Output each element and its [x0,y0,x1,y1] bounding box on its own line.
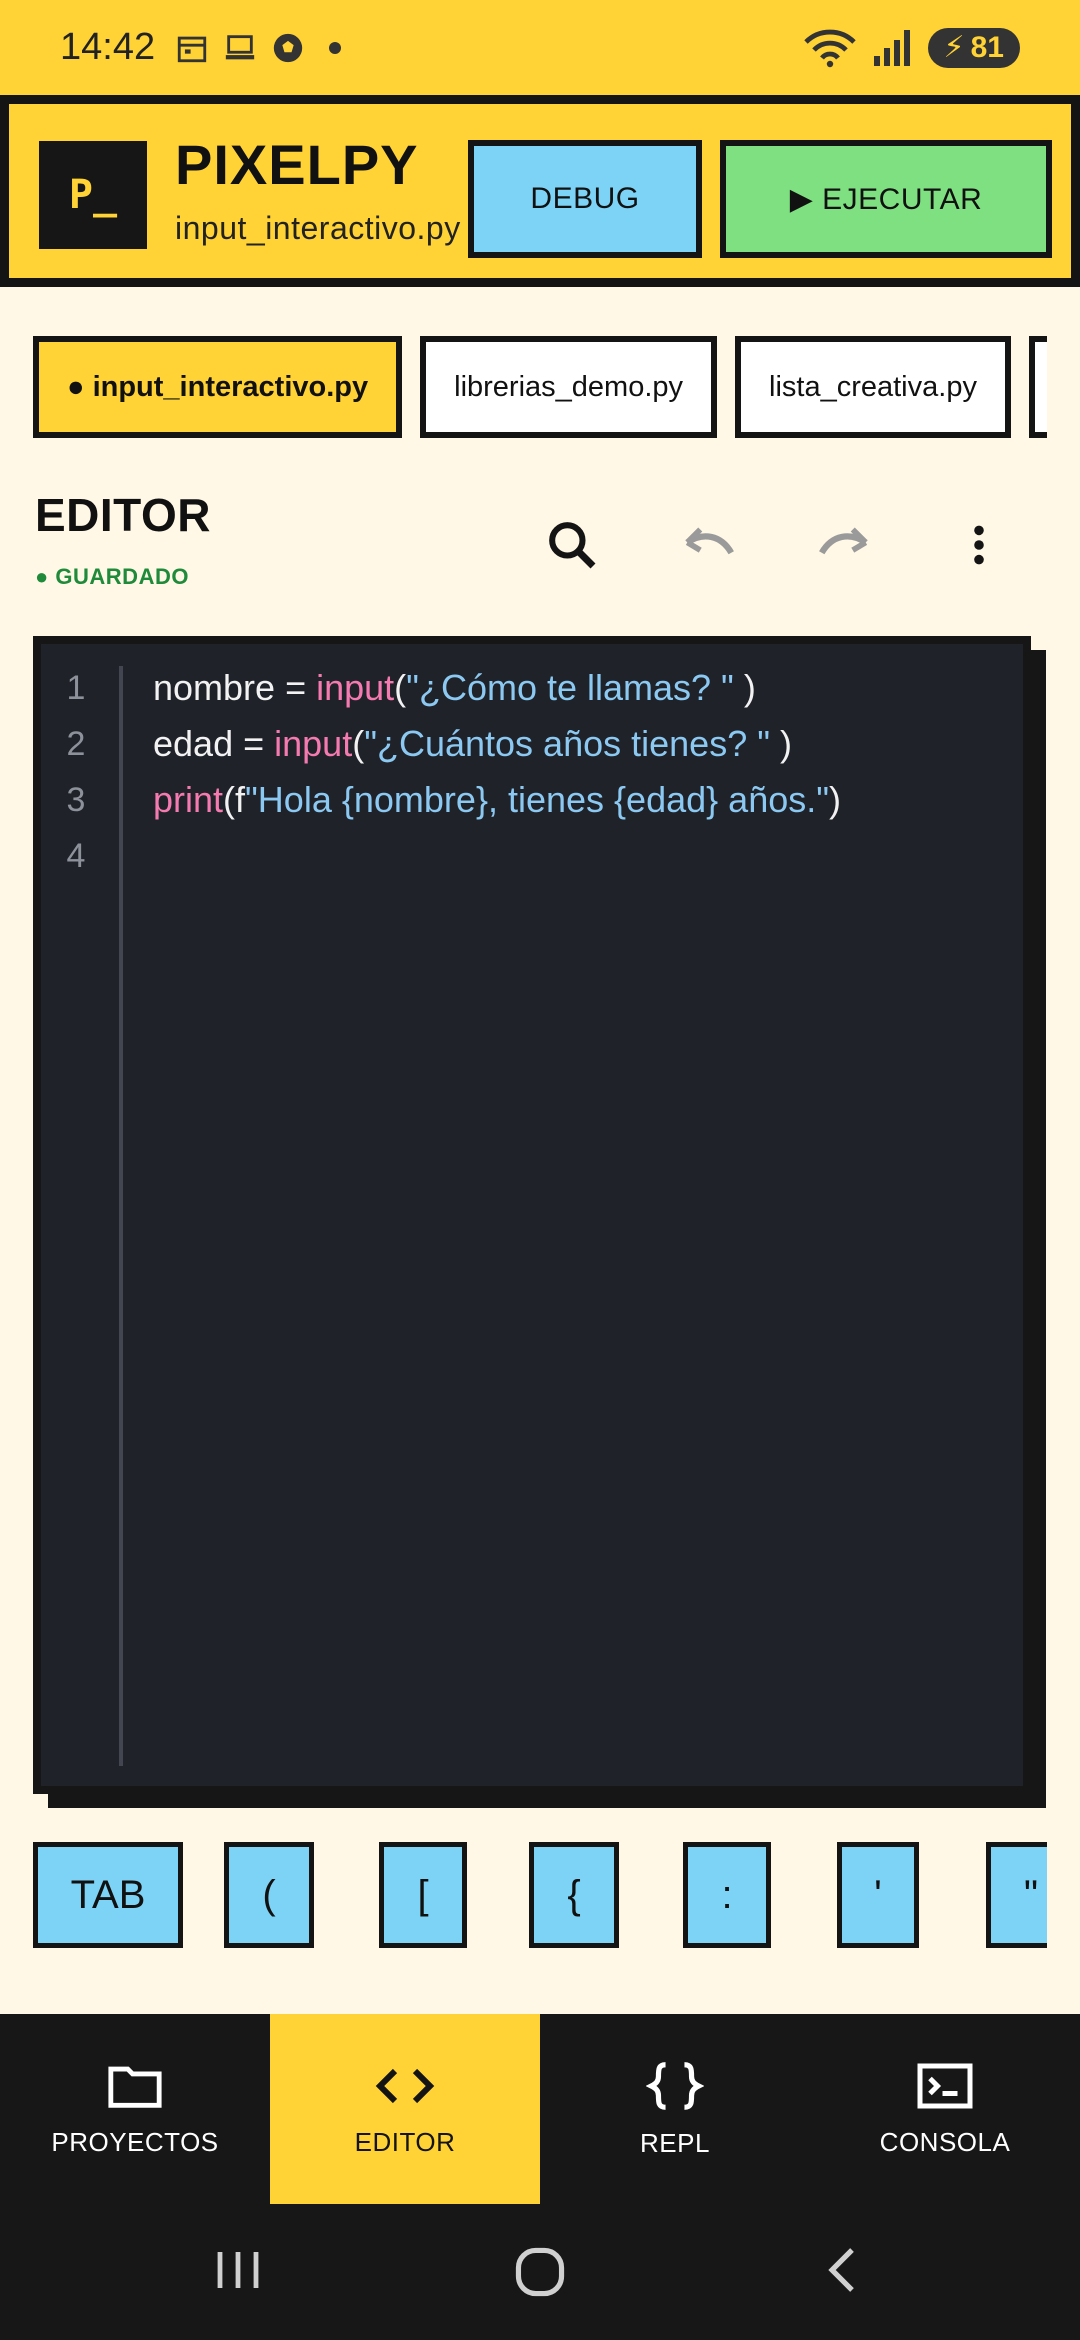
line-number: 2 [66,724,86,763]
app-logo: P_ [39,141,147,249]
code-text: ) [829,779,842,820]
code-string: "¿Cómo te llamas? " [406,667,734,708]
line-content: nombre = input("¿Cómo te llamas? " ) [153,667,756,709]
code-text: ( [394,667,407,708]
line-content: edad = input("¿Cuántos años tienes? " ) [153,723,792,765]
battery-icon: ⚡ 81 [927,27,1020,68]
search-icon [549,522,596,569]
line-number: 4 [66,836,86,875]
status-time: 14:42 [60,26,156,68]
code-text: ( [352,723,365,764]
tab-input-interactivo[interactable]: ● input_interactivo.py [33,336,403,438]
key-single-quote[interactable]: ' [837,1842,919,1948]
key-colon[interactable]: : [683,1842,771,1948]
laptop-icon [225,34,255,59]
search-button[interactable] [537,510,607,580]
code-line: 4 [41,828,1023,884]
nav-label: REPL [640,2127,710,2158]
terminal-icon [917,2063,973,2108]
line-number: 3 [66,780,86,819]
undo-icon [685,527,734,555]
dot-icon [329,41,342,54]
tab-partial[interactable]: t [1028,336,1047,438]
code-line: 2 edad = input("¿Cuántos años tienes? " … [41,716,1023,772]
recent-apps-icon[interactable] [212,2244,264,2296]
code-keyword: print [153,779,224,820]
code-text: edad = [153,723,275,764]
nav-label: EDITOR [354,2126,456,2157]
signal-icon [873,29,910,66]
more-options-button[interactable] [944,510,1014,580]
code-text: (f [223,779,246,820]
bottom-nav: PROYECTOS EDITOR REPL CONSOLA [0,2014,1080,2204]
code-icon [375,2068,435,2103]
app-title: PIXELPY [175,133,419,196]
code-text: ) [770,723,792,764]
key-brace[interactable]: { [529,1842,619,1948]
folder-icon [108,2066,162,2108]
editor-title: EDITOR [35,489,211,541]
code-editor[interactable]: 1 nombre = input("¿Cómo te llamas? " ) 2… [33,636,1031,1794]
line-content: print(f"Hola {nombre}, tienes {edad} año… [153,779,841,821]
home-icon[interactable] [512,2244,568,2300]
battery-level: 81 [970,30,1004,64]
code-line: 1 nombre = input("¿Cómo te llamas? " ) [41,660,1023,716]
nav-consola[interactable]: CONSOLA [810,2014,1080,2204]
run-button[interactable]: ▶ EJECUTAR [720,140,1052,258]
back-icon[interactable] [818,2244,870,2296]
redo-button[interactable] [810,510,880,580]
code-keyword: input [274,723,353,764]
code-text: ) [733,667,756,708]
nav-label: PROYECTOS [51,2126,219,2157]
more-vert-icon [974,525,984,565]
undo-button[interactable] [673,510,743,580]
code-string: "Hola {nombre}, tienes {edad} años." [245,779,830,820]
app-header: P_ PIXELPY input_interactivo.py DEBUG ▶ … [0,95,1080,287]
file-tabs: ● input_interactivo.py librerias_demo.py… [33,336,1047,440]
tab-librerias-demo[interactable]: librerias_demo.py [420,336,718,438]
code-line: 3 print(f"Hola {nombre}, tienes {edad} a… [41,772,1023,828]
nav-repl[interactable]: REPL [540,2014,810,2204]
code-string: "¿Cuántos años tienes? " [364,723,770,764]
calendar-icon [177,36,207,62]
wifi-icon [803,29,856,67]
key-double-quote[interactable]: " [986,1842,1047,1948]
tab-lista-creativa[interactable]: lista_creativa.py [735,336,1011,438]
saved-status: ● GUARDADO [35,564,189,589]
key-tab[interactable]: TAB [33,1842,183,1948]
code-keyword: input [316,667,395,708]
status-bar: 14:42 ⚡ 81 [0,0,1080,95]
nav-editor[interactable]: EDITOR [270,2014,540,2204]
key-paren[interactable]: ( [224,1842,314,1948]
redo-icon [819,527,868,555]
soccer-ball-icon [273,33,303,62]
code-text: nombre = [153,667,317,708]
system-nav-bar [0,2204,1080,2340]
symbol-keybar: TAB ( [ { : ' " [33,1842,1047,1950]
nav-label: CONSOLA [879,2126,1011,2157]
braces-icon [646,2061,704,2110]
line-number: 1 [66,668,86,707]
nav-proyectos[interactable]: PROYECTOS [0,2014,270,2204]
current-file-name: input_interactivo.py [175,210,461,246]
key-bracket[interactable]: [ [379,1842,467,1948]
debug-button[interactable]: DEBUG [468,140,702,258]
